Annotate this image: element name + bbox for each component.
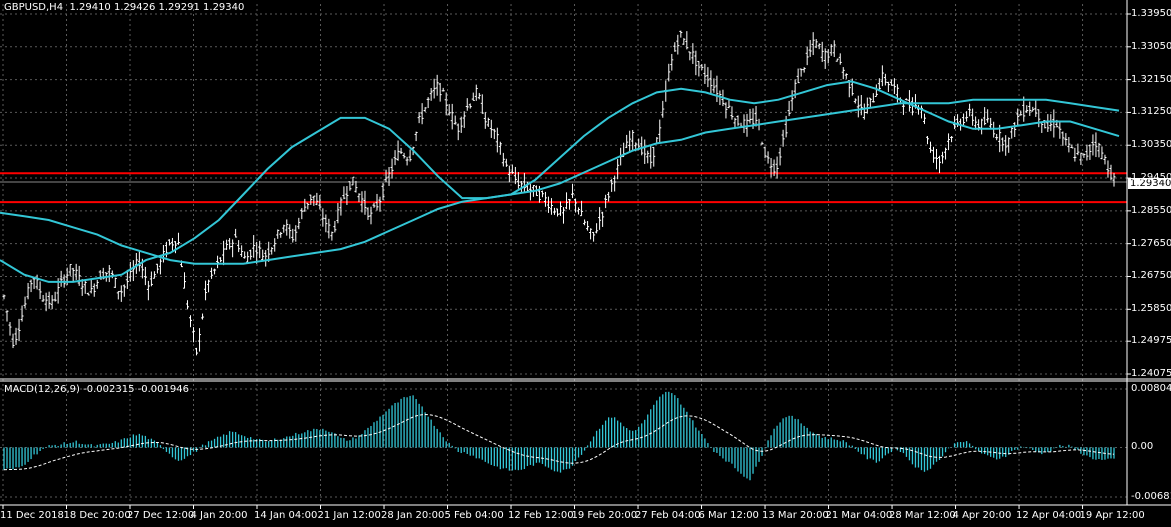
time-tick-label: 5 Feb 04:00 <box>444 510 504 521</box>
time-tick-label: 11 Dec 2018 <box>0 510 64 521</box>
time-tick-label: 14 Jan 04:00 <box>254 510 318 521</box>
macd-signal-line <box>3 413 1115 471</box>
price-tick-label: 1.33050 <box>1131 40 1171 52</box>
time-tick-label: 4 Jan 20:00 <box>190 510 248 521</box>
chart-canvas <box>0 0 1171 509</box>
time-tick-label: 12 Feb 12:00 <box>508 510 574 521</box>
support-resistance-lines <box>0 172 1127 204</box>
time-tick-label: 28 Mar 12:00 <box>889 510 956 521</box>
header-ohlc: 1.29410 1.29426 1.29291 1.29340 <box>69 2 245 13</box>
price-tick-label: 1.28550 <box>1131 204 1171 216</box>
time-tick-label: 27 Dec 12:00 <box>127 510 195 521</box>
price-tick-label: 1.30350 <box>1131 139 1171 151</box>
macd-tick-label: 0.008047 <box>1131 383 1171 394</box>
macd-pane <box>3 391 1115 481</box>
macd-tick-label: 0.00 <box>1131 441 1154 453</box>
price-tick-label: 1.31250 <box>1131 106 1171 118</box>
price-tick-label: 1.25850 <box>1131 303 1171 315</box>
time-tick-label: 27 Feb 04:00 <box>635 510 701 521</box>
time-tick-label: 13 Mar 20:00 <box>762 510 829 521</box>
time-tick-label: 18 Dec 20:00 <box>63 510 131 521</box>
time-tick-label: 21 Mar 04:00 <box>825 510 893 521</box>
time-tick-label: 4 Apr 20:00 <box>952 510 1012 521</box>
time-tick-label: 19 Apr 12:00 <box>1079 510 1145 521</box>
symbol-header: GBPUSD,H4 1.29410 1.29426 1.29291 1.2934… <box>4 2 244 13</box>
price-tick-label: 1.24975 <box>1131 335 1171 347</box>
macd-tick-label: -0.006819 <box>1131 491 1171 502</box>
price-tick-label: 1.27650 <box>1131 237 1171 249</box>
price-tick-label: 1.32150 <box>1131 73 1171 85</box>
macd-header: MACD(12,26,9) -0.002315 -0.001946 <box>4 384 189 395</box>
time-tick-label: 28 Jan 20:00 <box>381 510 445 521</box>
grid <box>0 4 1131 509</box>
price-tick-label: 1.24075 <box>1131 368 1171 379</box>
time-tick-label: 21 Jan 12:00 <box>317 510 381 521</box>
time-tick-label: 12 Apr 04:00 <box>1016 510 1082 521</box>
header-symbol: GBPUSD,H4 <box>4 2 64 13</box>
time-tick-label: 6 Mar 12:00 <box>698 510 759 521</box>
price-tick-label: 1.29450 <box>1131 172 1171 184</box>
price-bars <box>2 30 1116 356</box>
time-tick-label: 19 Feb 20:00 <box>571 510 638 521</box>
price-tick-label: 1.33950 <box>1131 8 1171 19</box>
price-tick-label: 1.26750 <box>1131 270 1171 282</box>
